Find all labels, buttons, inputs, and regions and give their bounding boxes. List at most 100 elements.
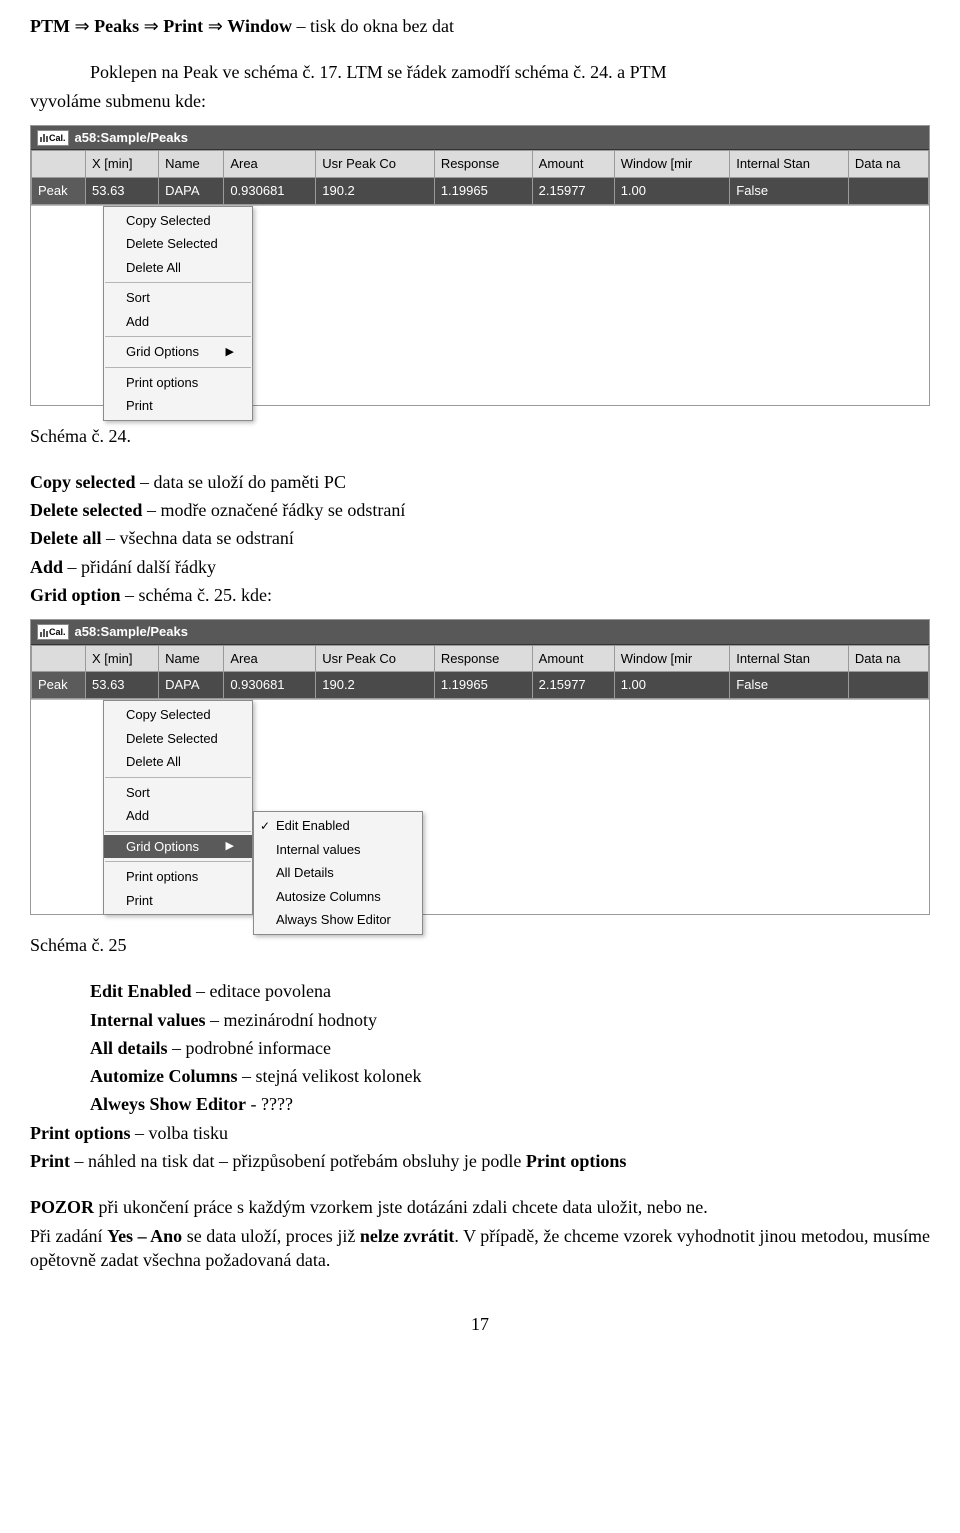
cell: Peak (32, 177, 86, 204)
menu-print-options[interactable]: Print options (104, 865, 252, 889)
col-window[interactable]: Window [mir (614, 645, 730, 672)
col-name[interactable]: Name (159, 645, 224, 672)
page-number: 17 (30, 1312, 930, 1336)
cell: DAPA (159, 177, 224, 204)
menu-delete-selected[interactable]: Delete Selected (104, 232, 252, 256)
menu-copy-selected[interactable]: Copy Selected (104, 703, 252, 727)
grid-options-submenu: Edit Enabled Internal values All Details… (253, 811, 423, 935)
def2-details: All details – podrobné informace (30, 1036, 930, 1060)
def-printopt: Print options – volba tisku (30, 1121, 930, 1145)
cell: 2.15977 (532, 177, 614, 204)
menu-add[interactable]: Add (104, 310, 252, 334)
cell: 2.15977 (532, 672, 614, 699)
submenu-edit-enabled[interactable]: Edit Enabled (254, 814, 422, 838)
window-title: a58:Sample/Peaks (75, 623, 188, 641)
menu-print[interactable]: Print (104, 889, 252, 913)
def-delete-all: Delete all – všechna data se odstraní (30, 526, 930, 550)
col-amount[interactable]: Amount (532, 151, 614, 178)
menu-grid-options[interactable]: Grid Options▶ (104, 835, 252, 859)
cell (848, 177, 928, 204)
def2-automize: Automize Columns – stejná velikost kolon… (30, 1064, 930, 1088)
def-print: Print – náhled na tisk dat – přizpůsoben… (30, 1149, 930, 1173)
def-delete-selected: Delete selected – modře označené řádky s… (30, 498, 930, 522)
context-menu: Copy Selected Delete Selected Delete All… (103, 206, 253, 421)
menu-add[interactable]: Add (104, 804, 252, 828)
submenu-arrow-icon: ▶ (226, 345, 234, 360)
col-area[interactable]: Area (224, 151, 316, 178)
cell: 53.63 (86, 672, 159, 699)
cal-icon: Cal. (37, 130, 69, 146)
window-titlebar: Cal. a58:Sample/Peaks (31, 126, 929, 151)
col-area[interactable]: Area (224, 645, 316, 672)
col-usrpeak[interactable]: Usr Peak Co (316, 151, 435, 178)
col-usrpeak[interactable]: Usr Peak Co (316, 645, 435, 672)
cell: 0.930681 (224, 672, 316, 699)
col-amount[interactable]: Amount (532, 645, 614, 672)
menu-divider (105, 861, 251, 862)
cell: Peak (32, 672, 86, 699)
submenu-autosize-columns[interactable]: Autosize Columns (254, 885, 422, 909)
menu-delete-all[interactable]: Delete All (104, 256, 252, 280)
cell: 190.2 (316, 177, 435, 204)
cell: False (730, 672, 849, 699)
warn-1: POZOR při ukončení práce s každým vzorke… (30, 1195, 930, 1219)
def2-edit: Edit Enabled – editace povolena (30, 979, 930, 1003)
col-response[interactable]: Response (434, 645, 532, 672)
peaks-table: X [min] Name Area Usr Peak Co Response A… (31, 150, 929, 204)
screenshot-24: Cal. a58:Sample/Peaks X [min] Name Area … (30, 125, 930, 406)
table-row[interactable]: Peak 53.63 DAPA 0.930681 190.2 1.19965 2… (32, 672, 929, 699)
col-window[interactable]: Window [mir (614, 151, 730, 178)
menu-print[interactable]: Print (104, 394, 252, 418)
menu-divider (105, 282, 251, 283)
table-row[interactable]: Peak 53.63 DAPA 0.930681 190.2 1.19965 2… (32, 177, 929, 204)
cell: False (730, 177, 849, 204)
menu-grid-options[interactable]: Grid Options▶ (104, 340, 252, 364)
submenu-internal-values[interactable]: Internal values (254, 838, 422, 862)
col-internal[interactable]: Internal Stan (730, 645, 849, 672)
cell: 1.19965 (434, 672, 532, 699)
menu-sort[interactable]: Sort (104, 286, 252, 310)
cell: 53.63 (86, 177, 159, 204)
col-datana[interactable]: Data na (848, 645, 928, 672)
window-title: a58:Sample/Peaks (75, 129, 188, 147)
col-blank[interactable] (32, 645, 86, 672)
col-internal[interactable]: Internal Stan (730, 151, 849, 178)
caption-24: Schéma č. 24. (30, 424, 930, 448)
def-grid: Grid option – schéma č. 25. kde: (30, 583, 930, 607)
line-2a: Poklepen na Peak ve schéma č. 17. LTM se… (30, 60, 930, 84)
cell: 1.00 (614, 177, 730, 204)
menu-print-options[interactable]: Print options (104, 371, 252, 395)
col-xmin[interactable]: X [min] (86, 151, 159, 178)
menu-sort[interactable]: Sort (104, 781, 252, 805)
peaks-table: X [min] Name Area Usr Peak Co Response A… (31, 645, 929, 699)
line-2b: vyvoláme submenu kde: (30, 89, 930, 113)
cell: 0.930681 (224, 177, 316, 204)
submenu-all-details[interactable]: All Details (254, 861, 422, 885)
caption-25: Schéma č. 25 (30, 933, 930, 957)
cell: 1.00 (614, 672, 730, 699)
col-xmin[interactable]: X [min] (86, 645, 159, 672)
cal-icon: Cal. (37, 624, 69, 640)
submenu-arrow-icon: ▶ (226, 839, 234, 854)
menu-delete-selected[interactable]: Delete Selected (104, 727, 252, 751)
def-copy: Copy selected – data se uloží do paměti … (30, 470, 930, 494)
menu-delete-all[interactable]: Delete All (104, 750, 252, 774)
col-blank[interactable] (32, 151, 86, 178)
col-datana[interactable]: Data na (848, 151, 928, 178)
col-name[interactable]: Name (159, 151, 224, 178)
col-response[interactable]: Response (434, 151, 532, 178)
submenu-always-show-editor[interactable]: Always Show Editor (254, 908, 422, 932)
menu-divider (105, 336, 251, 337)
warn-2: Při zadání Yes – Ano se data uloží, proc… (30, 1224, 930, 1273)
def-add: Add – přidání další řádky (30, 555, 930, 579)
cell: 190.2 (316, 672, 435, 699)
line-1: PTM ⇒ Peaks ⇒ Print ⇒ Window – tisk do o… (30, 14, 930, 38)
menu-divider (105, 777, 251, 778)
context-menu-area: Copy Selected Delete Selected Delete All… (31, 205, 929, 405)
menu-copy-selected[interactable]: Copy Selected (104, 209, 252, 233)
context-menu: Copy Selected Delete Selected Delete All… (103, 700, 253, 915)
cell (848, 672, 928, 699)
context-menu-area: Copy Selected Delete Selected Delete All… (31, 699, 929, 914)
def2-internal: Internal values – mezinárodní hodnoty (30, 1008, 930, 1032)
menu-divider (105, 831, 251, 832)
